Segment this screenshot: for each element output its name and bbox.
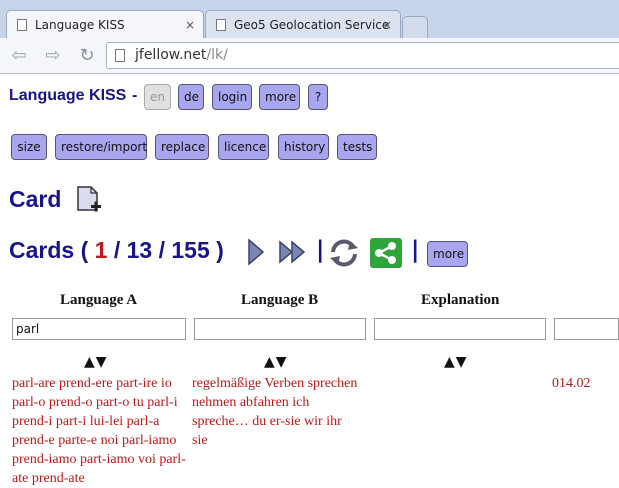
document-icon [17,19,27,31]
cards-totals: / 13 / 155 ) [113,237,224,263]
reload-icon[interactable]: ↻ [76,45,98,67]
filter-input-language-b[interactable] [194,318,366,340]
refresh-icon[interactable] [328,238,360,268]
tab-strip: Language KISS × Geo5 Geolocation Service… [0,0,619,38]
column-header-language-a: Language A [60,292,138,308]
page-icon [115,49,125,62]
help-button[interactable]: ? [308,84,328,110]
close-tab-icon[interactable]: × [382,11,392,39]
tests-button[interactable]: tests [337,134,377,160]
replace-button[interactable]: replace [155,134,209,160]
separator: | [411,237,420,263]
lang-de-button[interactable]: de [178,84,204,110]
cards-current: 1 [94,237,108,263]
sort-arrows-language-b[interactable]: ▲▼ [264,354,288,370]
row-cell-number[interactable]: 014.02 [552,374,612,393]
back-arrow-icon[interactable]: ⇦ [8,45,30,67]
add-card-icon[interactable] [76,186,102,214]
next-card-icon[interactable] [247,238,265,266]
separator: | [316,237,325,263]
last-card-icon[interactable] [279,240,307,264]
sort-arrows-language-a[interactable]: ▲▼ [84,354,108,370]
title-dash: - [132,87,138,104]
close-tab-icon[interactable]: × [185,11,195,39]
filter-input-explanation[interactable] [374,318,546,340]
column-header-explanation: Explanation [421,292,500,308]
cards-prefix: Cards ( [9,237,89,263]
address-bar[interactable]: jfellow.net/lk/ [106,42,619,69]
app-title[interactable]: Language KISS [9,87,126,105]
share-icon[interactable] [370,238,402,268]
browser-toolbar: ⇦ ⇨ ↻ jfellow.net/lk/ [0,38,619,74]
url-path: /lk/ [206,47,228,63]
more-button[interactable]: more [259,84,300,110]
lang-en-button[interactable]: en [144,84,171,110]
url-host: jfellow.net [135,47,207,63]
tab-title: Geo5 Geolocation Service [234,18,390,32]
new-tab-button[interactable] [402,16,428,38]
document-icon [216,19,226,31]
url-text: jfellow.net/lk/ [135,43,228,68]
licence-button[interactable]: licence [218,134,269,160]
restore-import-button[interactable]: restore/import [55,134,147,160]
column-header-language-b: Language B [241,292,319,308]
row-cell-language-b[interactable]: regelmäßige Verben sprechen nehmen abfah… [192,374,360,450]
tab-language-kiss[interactable]: Language KISS × [6,10,204,38]
cards-counter: Cards ( 1 / 13 / 155 ) [9,237,224,264]
filter-input-language-a[interactable]: parl [12,318,186,340]
forward-arrow-icon[interactable]: ⇨ [42,45,64,67]
card-heading: Card [9,186,62,212]
tab-title: Language KISS [35,18,125,32]
size-button[interactable]: size [11,134,47,160]
history-button[interactable]: history [278,134,329,160]
more-cards-button[interactable]: more [427,241,468,267]
tab-geo5[interactable]: Geo5 Geolocation Service × [205,10,401,38]
login-button[interactable]: login [212,84,252,110]
filter-input-extra[interactable] [554,318,619,340]
sort-arrows-explanation[interactable]: ▲▼ [444,354,468,370]
row-cell-language-a[interactable]: parl-are prend-ere part-ire io parl-o pr… [12,374,190,488]
